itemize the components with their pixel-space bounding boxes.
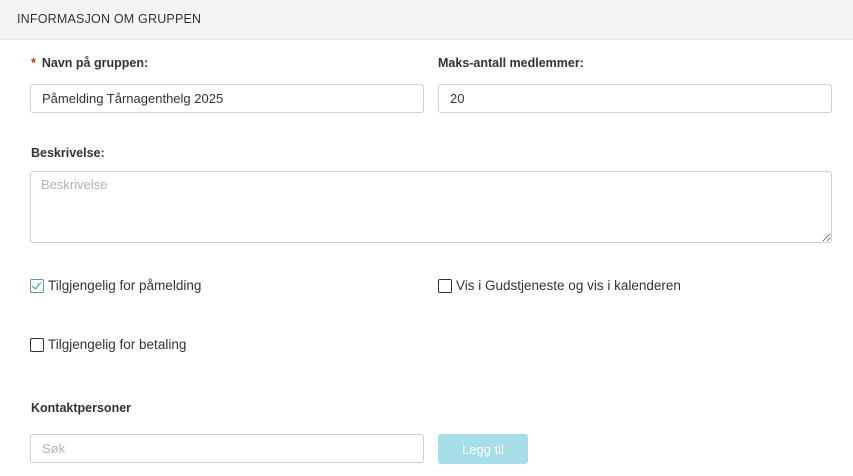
group-name-label: * Navn på gruppen: xyxy=(31,56,148,70)
contacts-search-input[interactable] xyxy=(30,434,424,463)
show-in-service-checkbox[interactable] xyxy=(438,278,452,293)
section-header: INFORMASJON OM GRUPPEN xyxy=(0,0,853,40)
section-title: INFORMASJON OM GRUPPEN xyxy=(17,12,202,26)
show-in-service-option[interactable]: Vis i Gudstjeneste og vis i kalenderen xyxy=(438,278,681,293)
contacts-label: Kontaktpersoner xyxy=(31,401,132,415)
group-name-label-text: Navn på gruppen: xyxy=(41,56,149,70)
available-payment-option[interactable]: Tilgjengelig for betaling xyxy=(30,337,186,352)
required-marker: * xyxy=(31,56,36,70)
max-members-label: Maks-antall medlemmer: xyxy=(438,56,584,70)
available-payment-label: Tilgjengelig for betaling xyxy=(48,337,187,352)
available-payment-checkbox[interactable] xyxy=(30,337,44,352)
show-in-service-label: Vis i Gudstjeneste og vis i kalenderen xyxy=(456,278,681,293)
available-signup-option[interactable]: Tilgjengelig for påmelding xyxy=(30,278,201,293)
description-textarea[interactable] xyxy=(30,171,832,243)
group-name-input[interactable] xyxy=(30,84,424,113)
max-members-input[interactable] xyxy=(438,84,832,113)
add-contact-button[interactable]: Legg til xyxy=(438,434,528,464)
available-signup-label: Tilgjengelig for påmelding xyxy=(48,278,202,293)
available-signup-checkbox[interactable] xyxy=(30,278,44,293)
check-icon xyxy=(31,278,42,290)
description-label: Beskrivelse: xyxy=(31,146,105,160)
